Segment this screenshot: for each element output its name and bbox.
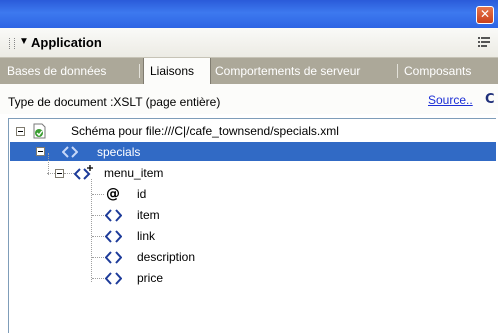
drag-grip-icon[interactable] bbox=[9, 38, 15, 49]
tree-label-description: description bbox=[137, 250, 196, 264]
element-icon bbox=[105, 230, 122, 243]
tree-label-schema: Schéma pour file:///C|/cafe_townsend/spe… bbox=[71, 124, 339, 138]
tab-bindings[interactable]: Liaisons bbox=[143, 58, 211, 84]
element-icon bbox=[105, 251, 122, 264]
tree-row-menu-item[interactable]: menu_item bbox=[9, 163, 495, 183]
tree-row-link[interactable]: link bbox=[9, 226, 495, 246]
tree-row-id[interactable]: @ id bbox=[9, 184, 495, 204]
tree-connector bbox=[92, 215, 104, 216]
tree-label-specials: specials bbox=[97, 145, 141, 159]
tree-connector bbox=[64, 173, 74, 174]
document-info-row: Type de document :XSLT (page entière) So… bbox=[0, 84, 498, 114]
tab-server-behaviors[interactable]: Comportements de serveur bbox=[215, 58, 360, 84]
tree-row-description[interactable]: description bbox=[9, 247, 495, 267]
tree-row-specials[interactable]: specials bbox=[9, 142, 495, 162]
tab-separator bbox=[397, 64, 398, 78]
close-icon[interactable]: ✕ bbox=[476, 6, 494, 24]
collapse-toggle-icon[interactable] bbox=[16, 127, 25, 136]
tree-label-link: link bbox=[137, 229, 156, 243]
source-link[interactable]: Source.. bbox=[428, 93, 473, 107]
window-titlebar: ✕ bbox=[0, 0, 498, 28]
tab-separator bbox=[139, 64, 140, 78]
panel-header[interactable]: ▼ Application bbox=[0, 28, 498, 58]
tab-bar: Bases de données Liaisons Comportements … bbox=[0, 58, 498, 84]
collapse-toggle-icon[interactable] bbox=[36, 147, 45, 156]
element-icon bbox=[105, 209, 122, 222]
attribute-icon: @ bbox=[106, 186, 120, 202]
tree-connector bbox=[92, 194, 104, 195]
tree-row-price[interactable]: price bbox=[9, 268, 495, 288]
tree-row-schema[interactable]: Schéma pour file:///C|/cafe_townsend/spe… bbox=[9, 121, 495, 141]
tree-label-id: id bbox=[137, 187, 147, 201]
tree-connector bbox=[92, 257, 104, 258]
document-type-label: Type de document :XSLT (page entière) bbox=[8, 95, 221, 109]
tree-row-item[interactable]: item bbox=[9, 205, 495, 225]
panel-options-menu-icon[interactable] bbox=[478, 37, 490, 48]
schema-file-icon bbox=[33, 123, 46, 139]
refresh-icon[interactable]: C bbox=[485, 92, 495, 107]
collapse-arrow-icon[interactable]: ▼ bbox=[19, 35, 29, 49]
repeating-element-icon bbox=[74, 165, 93, 180]
collapse-toggle-icon[interactable] bbox=[55, 169, 64, 178]
tree-connector bbox=[92, 236, 104, 237]
bindings-tree[interactable]: Schéma pour file:///C|/cafe_townsend/spe… bbox=[8, 118, 496, 333]
tree-label-menu-item: menu_item bbox=[104, 166, 164, 180]
panel-title: Application bbox=[31, 35, 102, 50]
tree-connector bbox=[92, 278, 104, 279]
element-icon bbox=[105, 272, 122, 285]
tab-databases[interactable]: Bases de données bbox=[7, 58, 106, 84]
tree-label-price: price bbox=[137, 271, 164, 285]
tab-components[interactable]: Composants bbox=[404, 58, 471, 84]
tree-connector bbox=[47, 173, 55, 174]
element-icon bbox=[62, 146, 78, 158]
tree-label-item: item bbox=[137, 208, 160, 222]
